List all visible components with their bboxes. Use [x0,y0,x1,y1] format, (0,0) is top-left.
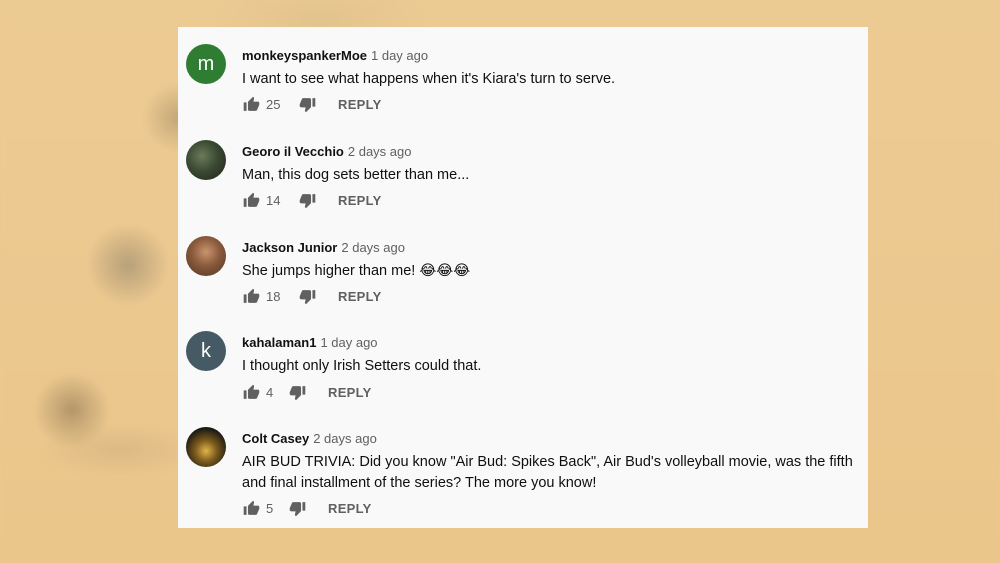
comment-actions: 25 REPLY [242,94,382,114]
reply-button[interactable]: REPLY [328,501,372,516]
comment-actions: 18 REPLY [242,286,382,306]
comment-actions: 5 REPLY [242,498,372,518]
comment-time[interactable]: 1 day ago [371,48,428,63]
avatar[interactable] [186,236,226,276]
reply-button[interactable]: REPLY [338,289,382,304]
comment-author[interactable]: Colt Casey [242,431,309,446]
comment-author[interactable]: kahalaman1 [242,335,316,350]
avatar-letter: k [201,339,211,362]
thumbs-down-icon[interactable] [288,499,306,517]
thumbs-up-icon[interactable] [242,95,260,113]
reply-button[interactable]: REPLY [338,97,382,112]
comment-header: Georo il Vecchio 2 days ago [242,143,411,160]
comment-header: Jackson Junior 2 days ago [242,239,405,256]
thumbs-down-icon[interactable] [298,191,316,209]
reply-button[interactable]: REPLY [328,385,372,400]
comment-text: She jumps higher than me! 😂😂😂 [242,263,471,279]
thumbs-down-icon[interactable] [298,287,316,305]
avatar-letter: m [197,52,215,75]
comments-panel: m monkeyspankerMoe 1 day ago I want to se… [178,27,868,528]
avatar[interactable]: k [186,331,226,371]
comment-time[interactable]: 1 day ago [320,335,377,350]
like-count: 25 [266,96,281,112]
like-count: 14 [266,192,281,208]
like-count: 18 [266,288,281,304]
avatar[interactable] [186,427,226,467]
avatar[interactable]: m [186,44,226,84]
comment-header: monkeyspankerMoe 1 day ago [242,47,428,64]
thumbs-up-icon[interactable] [242,287,260,305]
like-count: 4 [266,384,274,400]
comment-time[interactable]: 2 days ago [341,240,405,255]
thumbs-up-icon[interactable] [242,383,260,401]
thumbs-down-icon[interactable] [288,383,306,401]
thumbs-up-icon[interactable] [242,191,260,209]
avatar[interactable] [186,140,226,180]
comment-actions: 4 REPLY [242,382,372,402]
comment-text: AIR BUD TRIVIA: Did you know "Air Bud: S… [242,454,853,491]
reply-button[interactable]: REPLY [338,193,382,208]
comment-text: Man, this dog sets better than me... [242,167,470,183]
comment-text: I want to see what happens when it's Kia… [242,71,616,87]
comment-header: kahalaman1 1 day ago [242,334,378,351]
comment-actions: 14 REPLY [242,190,382,210]
thumbs-up-icon[interactable] [242,499,260,517]
comment-author[interactable]: monkeyspankerMoe [242,48,367,63]
comment-time[interactable]: 2 days ago [313,431,377,446]
comment-time[interactable]: 2 days ago [348,144,412,159]
like-count: 5 [266,500,274,516]
thumbs-down-icon[interactable] [298,95,316,113]
comment-author[interactable]: Georo il Vecchio [242,144,344,159]
comment-header: Colt Casey 2 days ago [242,430,377,447]
comment-author[interactable]: Jackson Junior [242,240,337,255]
comment-text: I thought only Irish Setters could that. [242,358,482,374]
